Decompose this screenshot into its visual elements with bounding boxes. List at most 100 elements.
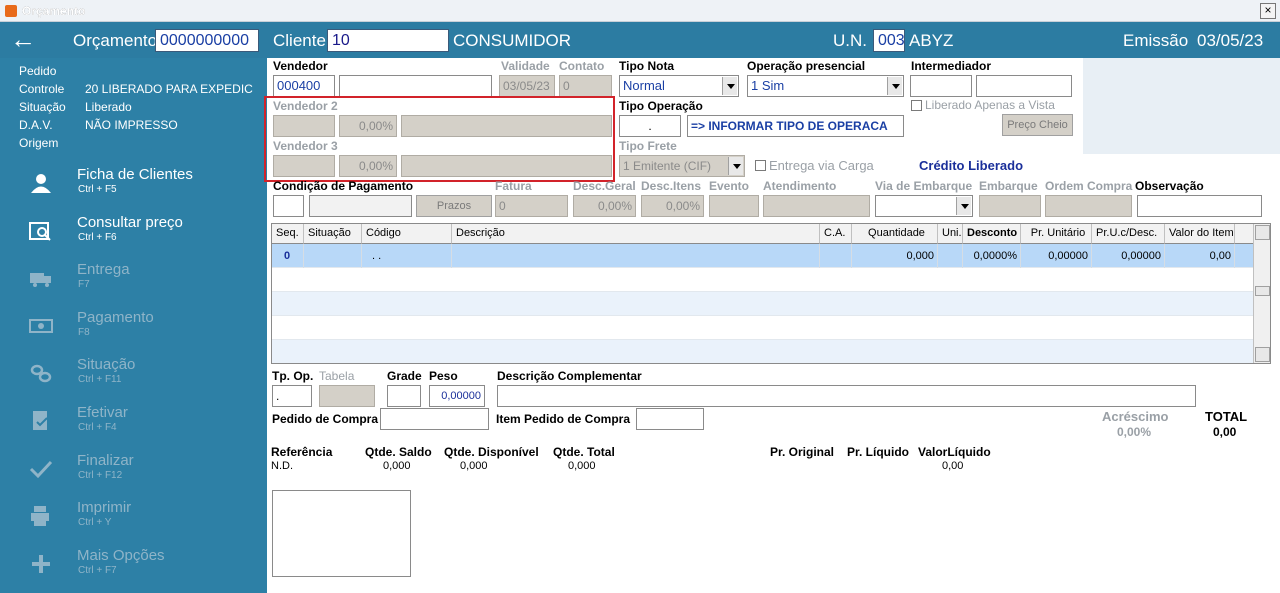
table-cell[interactable]: 0,00 (1165, 244, 1235, 268)
grade-field[interactable] (387, 385, 421, 407)
pedido-compra-field[interactable] (380, 408, 489, 430)
menu-finalizar[interactable]: Finalizar Ctrl + F12 (0, 450, 267, 496)
peso-field[interactable]: 0,00000 (429, 385, 485, 407)
column-header[interactable]: Uni. (938, 224, 963, 244)
column-header[interactable]: Situação (304, 224, 362, 244)
close-button[interactable]: × (1260, 3, 1276, 19)
un-code-field[interactable]: 003 (873, 29, 905, 52)
back-arrow-icon[interactable]: ← (10, 24, 36, 55)
intermediador-code-field[interactable] (910, 75, 972, 97)
table-cell[interactable]: 0,000 (852, 244, 938, 268)
table-row[interactable] (272, 316, 1254, 340)
table-cell[interactable]: 0,00000 (1092, 244, 1165, 268)
menu-label: Imprimir (77, 499, 132, 516)
cliente-name: CONSUMIDOR (453, 31, 572, 50)
menu-consultar-preco[interactable]: Consultar preço Ctrl + F6 (0, 212, 267, 258)
column-header[interactable]: Código (362, 224, 452, 244)
table-row[interactable] (272, 340, 1254, 363)
menu-efetivar[interactable]: Efetivar Ctrl + F4 (0, 402, 267, 448)
orcamento-number-field[interactable]: 0000000000 (155, 29, 259, 52)
menu-label: Pagamento (77, 309, 154, 326)
column-header[interactable]: Desconto (963, 224, 1021, 244)
column-header[interactable]: Pr.U.c/Desc. (1092, 224, 1165, 244)
column-header[interactable]: Valor do Item (1165, 224, 1235, 244)
menu-mais-opcoes[interactable]: Mais Opções Ctrl + F7 (0, 545, 267, 591)
sidebar-info-value: Liberado (85, 100, 132, 114)
scroll-up-icon[interactable] (1255, 225, 1270, 240)
tipo-nota-select[interactable]: Normal (619, 75, 739, 97)
observacao-label: Observação (1135, 179, 1204, 193)
table-cell[interactable]: 0,0000% (963, 244, 1021, 268)
condicao-code-field[interactable] (273, 195, 304, 217)
menu-shortcut: Ctrl + F11 (78, 374, 122, 385)
table-cell[interactable]: 0,00000 (1021, 244, 1092, 268)
column-header[interactable]: Descrição (452, 224, 820, 244)
table-cell[interactable]: 0 (272, 244, 304, 268)
descricao-complementar-label: Descrição Complementar (497, 369, 642, 383)
via-embarque-select[interactable] (875, 195, 973, 217)
column-header[interactable]: Quantidade (852, 224, 938, 244)
intermediador-name-field[interactable] (976, 75, 1072, 97)
item-pedido-compra-field[interactable] (636, 408, 704, 430)
menu-shortcut: Ctrl + F5 (78, 184, 117, 195)
table-cell[interactable] (304, 244, 362, 268)
tipo-nota-label: Tipo Nota (619, 59, 675, 73)
menu-shortcut: Ctrl + F12 (78, 470, 123, 481)
column-header[interactable]: Pr. Unitário (1021, 224, 1092, 244)
items-table[interactable]: Seq. Situação Código Descrição C.A. Quan… (271, 223, 1271, 364)
table-row[interactable] (272, 292, 1254, 316)
table-cell[interactable]: . . (362, 244, 452, 268)
entrega-carga-checkbox[interactable] (755, 160, 766, 171)
acrescimo-value: 0,00% (1117, 425, 1152, 439)
menu-label: Ficha de Clientes (77, 166, 193, 183)
column-header (1235, 224, 1254, 244)
search-price-icon (29, 222, 51, 241)
operacao-presencial-value: 1 Sim (751, 78, 785, 93)
column-header[interactable]: Seq. (272, 224, 304, 244)
menu-label: Efetivar (77, 404, 128, 421)
menu-ficha-clientes[interactable]: Ficha de Clientes Ctrl + F5 (0, 164, 267, 210)
preco-cheio-button[interactable]: Preço Cheio (1002, 114, 1073, 136)
descricao-complementar-field[interactable] (497, 385, 1196, 407)
desc-itens-field: 0,00% (641, 195, 704, 217)
tipo-nota-value: Normal (623, 78, 665, 93)
column-header[interactable]: C.A. (820, 224, 852, 244)
un-name: ABYZ (909, 31, 954, 50)
table-scrollbar[interactable] (1253, 224, 1270, 363)
scroll-thumb[interactable] (1255, 286, 1270, 296)
chevron-down-icon[interactable] (887, 77, 902, 95)
menu-pagamento[interactable]: Pagamento F8 (0, 307, 267, 353)
menu-situacao[interactable]: Situação Ctrl + F11 (0, 354, 267, 400)
tipo-operacao-code-field[interactable]: . (619, 115, 681, 137)
table-row[interactable]: 0 . . 0,000 0,0000% 0,00000 0,00000 0,00 (272, 244, 1254, 268)
chevron-down-icon[interactable] (722, 77, 737, 95)
menu-entrega[interactable]: Entrega F7 (0, 259, 267, 305)
vendedor-code-field[interactable]: 000400 (273, 75, 335, 97)
tipo-frete-select: 1 Emitente (CIF) (619, 155, 745, 177)
tipo-operacao-field[interactable]: => INFORMAR TIPO DE OPERACA (687, 115, 904, 137)
chevron-down-icon[interactable] (956, 197, 971, 215)
tp-op-field[interactable]: . (272, 385, 312, 407)
cliente-code-field[interactable]: 10 (327, 29, 449, 52)
total-value: 0,00 (1213, 425, 1237, 439)
prazos-button[interactable]: Prazos (416, 195, 492, 217)
cliente-label: Cliente (273, 31, 326, 50)
highlight-box (264, 96, 615, 182)
liberado-vista-checkbox[interactable] (911, 100, 922, 111)
menu-imprimir[interactable]: Imprimir Ctrl + Y (0, 497, 267, 543)
tp-op-label: Tp. Op. (272, 369, 314, 383)
pr-liquido-label: Pr. Líquido (847, 445, 909, 459)
condicao-name-field[interactable] (309, 195, 412, 217)
menu-shortcut: Ctrl + F7 (78, 565, 117, 576)
table-cell[interactable] (820, 244, 852, 268)
table-cell[interactable] (452, 244, 820, 268)
vendedor-name-field[interactable] (339, 75, 492, 97)
table-row[interactable] (272, 268, 1254, 292)
fatura-label: Fatura (495, 179, 532, 193)
qtde-saldo-value: 0,000 (383, 460, 411, 472)
embarque-label: Embarque (979, 179, 1038, 193)
operacao-presencial-select[interactable]: 1 Sim (747, 75, 904, 97)
observacao-field[interactable] (1137, 195, 1262, 217)
table-cell[interactable] (938, 244, 963, 268)
scroll-down-icon[interactable] (1255, 347, 1270, 362)
